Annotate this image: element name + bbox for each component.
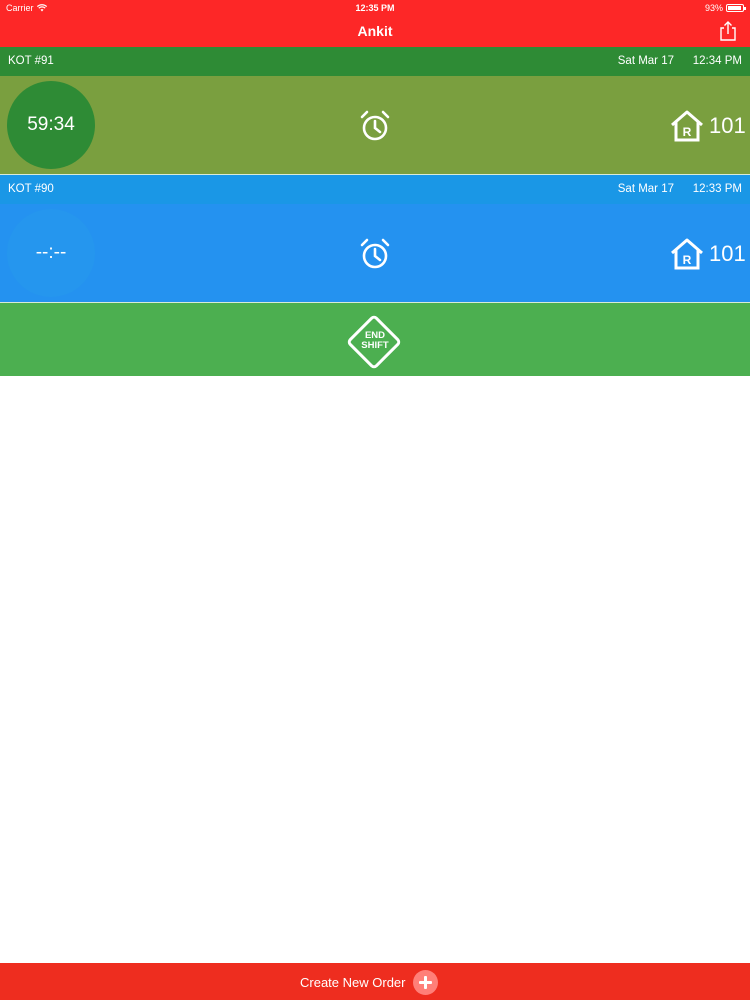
- timer-circle[interactable]: 59:34: [7, 81, 95, 169]
- kot-number: KOT #90: [8, 183, 54, 195]
- kot-time: 12:34 PM: [692, 55, 742, 67]
- room-house-icon: R: [671, 238, 703, 270]
- kot-time: 12:33 PM: [692, 183, 742, 195]
- status-bar: Carrier 12:35 PM 93%: [0, 0, 750, 14]
- plus-icon: [413, 969, 439, 995]
- room-number: 101: [709, 241, 746, 266]
- alarm-clock-icon[interactable]: [358, 237, 392, 271]
- room-house-icon: R: [671, 110, 703, 142]
- end-shift-label: END SHIFT: [344, 331, 406, 351]
- kot-header-91[interactable]: KOT #91 Sat Mar 17 12:34 PM: [0, 47, 750, 76]
- share-icon[interactable]: [718, 20, 738, 42]
- alarm-clock-icon[interactable]: [358, 109, 392, 143]
- create-new-order-button[interactable]: Create New Order: [300, 969, 439, 995]
- status-time: 12:35 PM: [355, 3, 395, 13]
- battery-percent: 93%: [704, 3, 723, 13]
- kot-date: Sat Mar 17: [617, 55, 674, 67]
- top-bar: Carrier 12:35 PM 93% Ankit: [0, 0, 750, 47]
- kot-date: Sat Mar 17: [617, 183, 674, 195]
- end-shift-button[interactable]: END SHIFT: [344, 312, 406, 374]
- svg-text:R: R: [683, 253, 692, 267]
- kot-number: KOT #91: [8, 55, 54, 67]
- timer-value: 59:34: [27, 114, 75, 135]
- kot-row-90[interactable]: --:-- R 101: [0, 204, 750, 302]
- battery-icon: [726, 4, 746, 12]
- kot-header-90[interactable]: KOT #90 Sat Mar 17 12:33 PM: [0, 175, 750, 204]
- bottom-bar: Create New Order: [0, 963, 750, 1000]
- nav-title: Ankit: [357, 23, 393, 39]
- kot-row-91[interactable]: 59:34 R 101: [0, 76, 750, 174]
- svg-text:R: R: [683, 125, 692, 139]
- end-shift-line2: SHIFT: [361, 340, 389, 351]
- battery-info: 93%: [704, 3, 746, 13]
- timer-circle[interactable]: --:--: [7, 209, 95, 297]
- room-number: 101: [709, 113, 746, 138]
- create-order-label: Create New Order: [300, 974, 406, 990]
- app-screen: Carrier 12:35 PM 93% Ankit KOT #91 Sat M…: [0, 0, 750, 1000]
- end-shift-bar: END SHIFT: [0, 303, 750, 376]
- timer-value: --:--: [35, 242, 67, 263]
